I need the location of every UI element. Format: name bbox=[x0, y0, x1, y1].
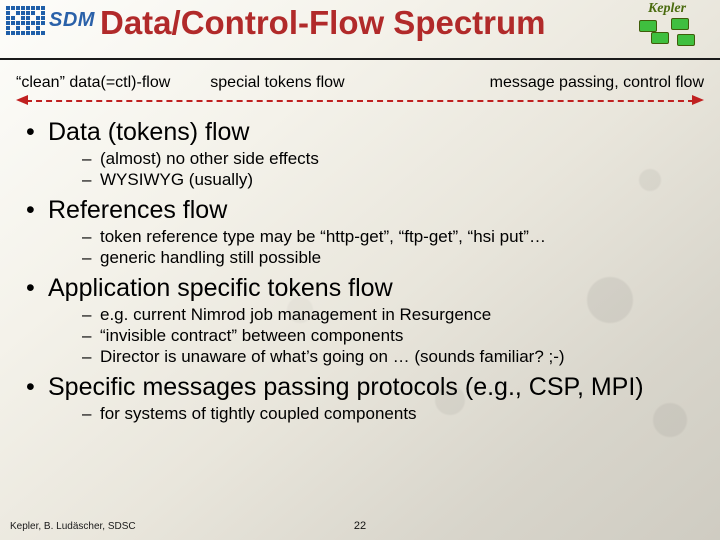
bullet-dot-icon: • bbox=[26, 196, 48, 225]
page-number: 22 bbox=[354, 520, 366, 532]
sub-bullet-text: WYSIWYG (usually) bbox=[100, 170, 253, 190]
bullet-text: Data (tokens) flow bbox=[48, 118, 249, 147]
bullet-list: •Data (tokens) flow–(almost) no other si… bbox=[0, 118, 720, 424]
bullet-dash-icon: – bbox=[82, 404, 100, 424]
bullet-level-1: •Application specific tokens flow bbox=[26, 274, 694, 303]
list-item: –generic handling still possible bbox=[82, 248, 694, 268]
bullet-level-1: •References flow bbox=[26, 196, 694, 225]
bullet-text: Application specific tokens flow bbox=[48, 274, 393, 303]
double-arrow-icon bbox=[16, 96, 704, 106]
bullet-level-1: •Data (tokens) flow bbox=[26, 118, 694, 147]
sub-list: –token reference type may be “http-get”,… bbox=[26, 227, 694, 268]
bullet-dash-icon: – bbox=[82, 326, 100, 346]
sub-bullet-text: (almost) no other side effects bbox=[100, 149, 319, 169]
sub-bullet-text: token reference type may be “http-get”, … bbox=[100, 227, 546, 247]
bullet-dash-icon: – bbox=[82, 170, 100, 190]
header: SDM Data/Control-Flow Spectrum Kepler bbox=[0, 0, 720, 60]
list-item: –token reference type may be “http-get”,… bbox=[82, 227, 694, 247]
sub-bullet-text: “invisible contract” between components bbox=[100, 326, 403, 346]
sub-list: –for systems of tightly coupled componen… bbox=[26, 404, 694, 424]
bullet-dash-icon: – bbox=[82, 149, 100, 169]
slide: SDM Data/Control-Flow Spectrum Kepler “c… bbox=[0, 0, 720, 540]
list-item: •Data (tokens) flow–(almost) no other si… bbox=[26, 118, 694, 190]
bullet-dash-icon: – bbox=[82, 347, 100, 367]
pixel-icon bbox=[6, 6, 45, 35]
spectrum-row: “clean” data(=ctl)-flow special tokens f… bbox=[16, 74, 704, 110]
sub-bullet-text: Director is unaware of what’s going on …… bbox=[100, 347, 565, 367]
bullet-level-1: •Specific messages passing protocols (e.… bbox=[26, 373, 694, 402]
sub-bullet-text: generic handling still possible bbox=[100, 248, 321, 268]
sdm-logo: SDM bbox=[6, 6, 95, 35]
list-item: •Specific messages passing protocols (e.… bbox=[26, 373, 694, 424]
list-item: –e.g. current Nimrod job management in R… bbox=[82, 305, 694, 325]
slide-title: Data/Control-Flow Spectrum bbox=[100, 4, 546, 42]
bullet-dot-icon: • bbox=[26, 274, 48, 303]
sub-list: –(almost) no other side effects–WYSIWYG … bbox=[26, 149, 694, 190]
bullet-text: References flow bbox=[48, 196, 227, 225]
spectrum-mid-label: special tokens flow bbox=[210, 74, 344, 92]
list-item: –Director is unaware of what’s going on … bbox=[82, 347, 694, 367]
kepler-text: Kepler bbox=[648, 2, 686, 16]
sdm-text: SDM bbox=[49, 9, 95, 32]
sub-bullet-text: e.g. current Nimrod job management in Re… bbox=[100, 305, 491, 325]
bullet-dash-icon: – bbox=[82, 248, 100, 268]
kepler-nodes-icon bbox=[637, 18, 697, 46]
list-item: –for systems of tightly coupled componen… bbox=[82, 404, 694, 424]
bullet-dot-icon: • bbox=[26, 118, 48, 147]
spectrum-right-label: message passing, control flow bbox=[345, 74, 704, 92]
sub-bullet-text: for systems of tightly coupled component… bbox=[100, 404, 417, 424]
bullet-dash-icon: – bbox=[82, 305, 100, 325]
list-item: –“invisible contract” between components bbox=[82, 326, 694, 346]
list-item: –WYSIWYG (usually) bbox=[82, 170, 694, 190]
bullet-text: Specific messages passing protocols (e.g… bbox=[48, 373, 644, 402]
list-item: –(almost) no other side effects bbox=[82, 149, 694, 169]
kepler-logo: Kepler bbox=[622, 2, 712, 48]
spectrum-labels: “clean” data(=ctl)-flow special tokens f… bbox=[16, 74, 704, 92]
list-item: •References flow–token reference type ma… bbox=[26, 196, 694, 268]
bullet-dot-icon: • bbox=[26, 373, 48, 402]
spectrum-left-label: “clean” data(=ctl)-flow bbox=[16, 74, 170, 92]
bullet-dash-icon: – bbox=[82, 227, 100, 247]
list-item: •Application specific tokens flow–e.g. c… bbox=[26, 274, 694, 367]
sub-list: –e.g. current Nimrod job management in R… bbox=[26, 305, 694, 367]
